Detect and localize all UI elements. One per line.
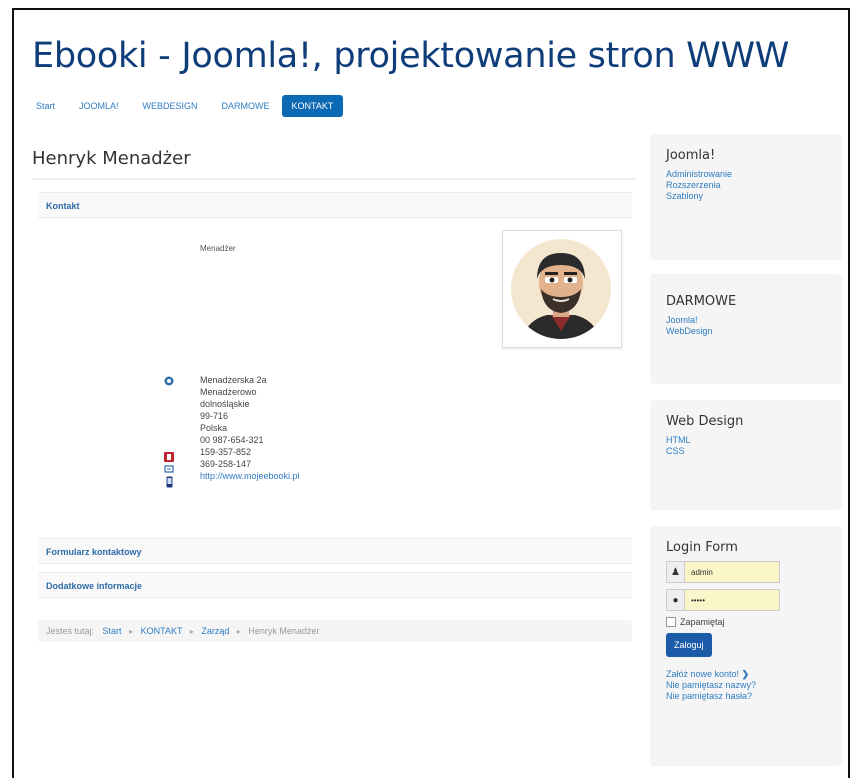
forgot-username-link[interactable]: Nie pamiętasz nazwy?: [666, 680, 826, 691]
sidebar-link-css[interactable]: CSS: [666, 446, 826, 457]
address-postcode: 99-716: [200, 411, 229, 421]
sidebar-module-login: Login Form ♟ ● Zapamiętaj Zaloguj Załóż …: [650, 526, 842, 766]
sidebar-link-joomla[interactable]: Joomla!: [666, 315, 826, 326]
contact-fax: 159-357-852: [200, 447, 252, 457]
breadcrumb-separator-icon: ▸: [129, 627, 134, 636]
create-account-label: Załóż nowe konto!: [666, 669, 740, 679]
address-region: dolnośląskie: [200, 399, 250, 409]
accordion-form-header[interactable]: Formularz kontaktowy: [38, 538, 632, 564]
remember-label: Zapamiętaj: [680, 617, 725, 627]
username-field: ♟: [666, 561, 826, 583]
contact-address: Menadżerska 2a Menadżerowo dolnośląskie …: [200, 374, 300, 482]
site-title[interactable]: Ebooki - Joomla!, projektowanie stron WW…: [32, 36, 789, 76]
sidebar-module-darmowe: DARMOWE Joomla! WebDesign: [650, 274, 842, 384]
nav-item-start[interactable]: Start: [32, 101, 59, 111]
address-icon: [164, 376, 174, 386]
sidebar-link-szablony[interactable]: Szablony: [666, 191, 826, 202]
accordion-more-header[interactable]: Dodatkowe informacje: [38, 572, 632, 598]
contact-mobile: 369-258-147: [200, 459, 252, 469]
page-title: Henryk Menadżer: [32, 148, 191, 169]
address-country: Polska: [200, 423, 228, 433]
fax-icon: [164, 465, 174, 473]
sidebar-link-html[interactable]: HTML: [666, 435, 826, 446]
mobile-icon: [166, 476, 173, 488]
address-street: Menadżerska 2a: [200, 375, 267, 385]
contact-avatar: [502, 230, 622, 348]
breadcrumb-item-zarzad[interactable]: Zarząd: [201, 626, 229, 636]
breadcrumb-item-kontakt[interactable]: KONTAKT: [141, 626, 183, 636]
breadcrumb-prefix: Jesteś tutaj:: [46, 626, 95, 636]
contact-position: Menadżer: [200, 244, 236, 253]
nav-item-darmowe[interactable]: DARMOWE: [218, 101, 274, 111]
module-title: Joomla!: [666, 148, 716, 163]
avatar-image: [511, 239, 611, 339]
nav-item-webdesign[interactable]: WEBDESIGN: [139, 101, 202, 111]
contact-phone: 00 987-654-321: [200, 435, 264, 445]
password-input[interactable]: [684, 589, 780, 611]
contact-website-link[interactable]: http://www.mojeebooki.pl: [200, 471, 300, 481]
breadcrumb-item-start[interactable]: Start: [103, 626, 122, 636]
address-city: Menadżerowo: [200, 387, 257, 397]
breadcrumb-separator-icon: ▸: [236, 627, 241, 636]
login-links: Załóż nowe konto! ❯ Nie pamiętasz nazwy?…: [666, 669, 826, 702]
module-title: DARMOWE: [666, 294, 737, 309]
user-icon: ♟: [666, 561, 684, 583]
module-title: Login Form: [666, 540, 738, 555]
divider: [32, 178, 636, 180]
main-nav: Start JOOMLA! WEBDESIGN DARMOWE KONTAKT: [32, 94, 359, 118]
module-title: Web Design: [666, 414, 744, 429]
forgot-password-link[interactable]: Nie pamiętasz hasła?: [666, 691, 826, 702]
chevron-right-icon: ❯: [741, 669, 750, 679]
sidebar-link-rozszerzenia[interactable]: Rozszerzenia: [666, 180, 826, 191]
create-account-link[interactable]: Załóż nowe konto! ❯: [666, 669, 826, 680]
breadcrumb: Jesteś tutaj: Start ▸ KONTAKT ▸ Zarząd ▸…: [38, 620, 632, 642]
breadcrumb-separator-icon: ▸: [189, 627, 194, 636]
accordion-contact-header[interactable]: Kontakt: [38, 192, 632, 218]
remember-checkbox[interactable]: [666, 617, 676, 627]
sidebar-link-webdesign[interactable]: WebDesign: [666, 326, 826, 337]
lock-icon: ●: [666, 589, 684, 611]
login-button[interactable]: Zaloguj: [666, 633, 712, 657]
phone-icon: [164, 452, 174, 462]
nav-item-kontakt[interactable]: KONTAKT: [281, 95, 344, 117]
breadcrumb-current: Henryk Menadżer: [248, 626, 320, 636]
username-input[interactable]: [684, 561, 780, 583]
remember-me: Zapamiętaj: [666, 617, 826, 627]
password-field: ●: [666, 589, 826, 611]
sidebar-module-webdesign: Web Design HTML CSS: [650, 400, 842, 510]
nav-item-joomla[interactable]: JOOMLA!: [75, 101, 123, 111]
sidebar-module-joomla: Joomla! Administrowanie Rozszerzenia Sza…: [650, 134, 842, 260]
sidebar-link-administrowanie[interactable]: Administrowanie: [666, 169, 826, 180]
